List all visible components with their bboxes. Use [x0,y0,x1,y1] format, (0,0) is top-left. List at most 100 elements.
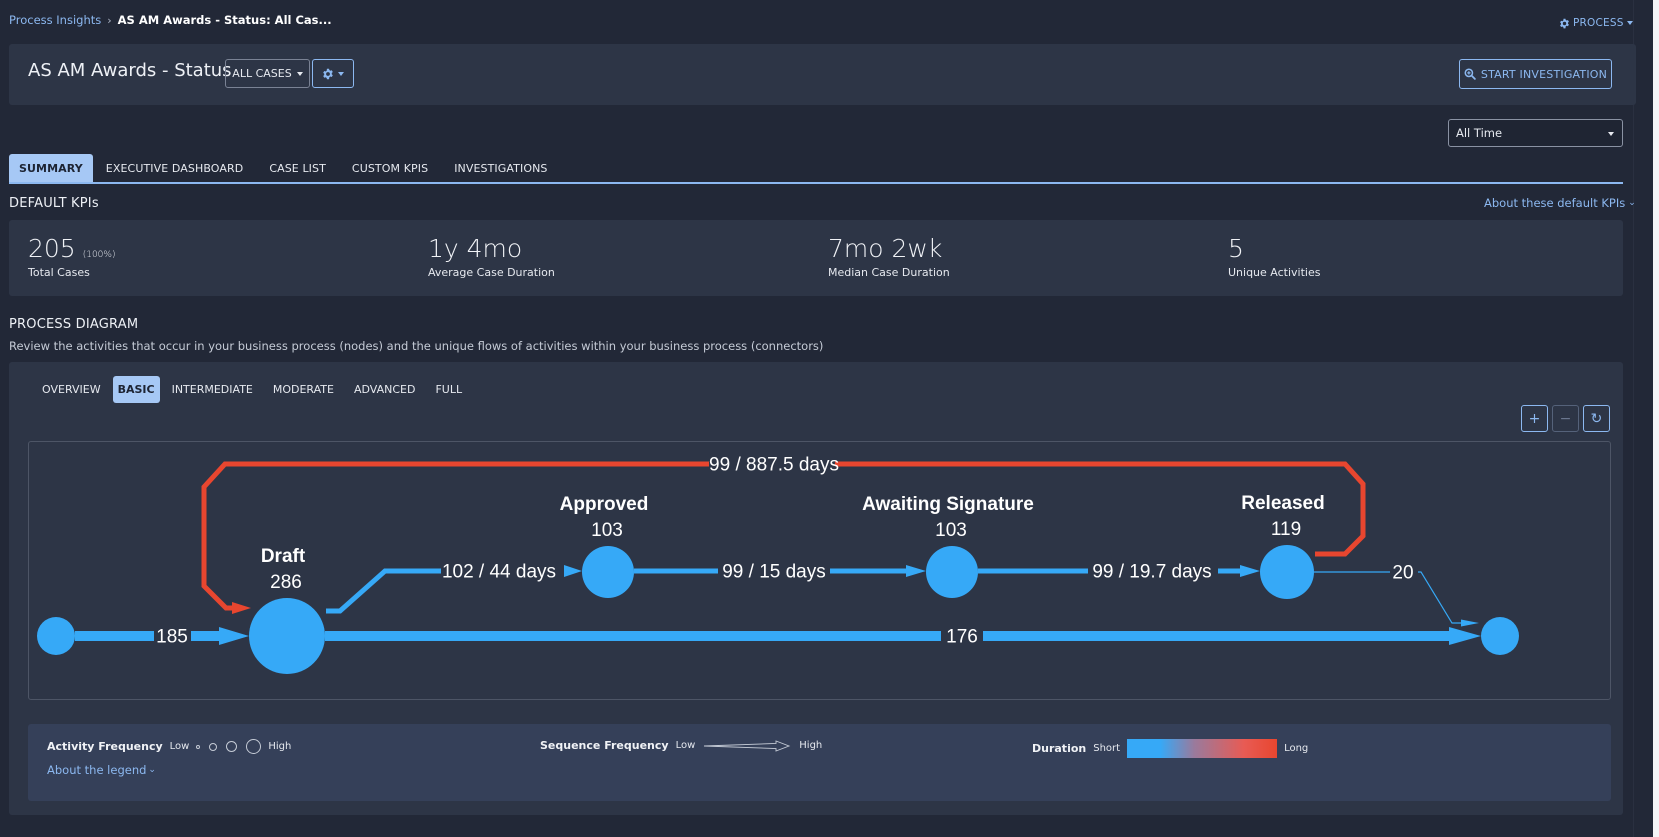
arrow-head-icon [232,602,251,614]
breadcrumb-current: AS AM Awards - Status: All Cas... [117,13,332,27]
edge-label-awaiting-to-released: 99 / 19.7 days [1092,562,1211,583]
reset-icon: ↻ [1590,410,1603,427]
minus-icon: − [1559,410,1572,427]
arrow-head-icon [906,565,926,577]
activity-node-end[interactable] [1481,617,1519,655]
level-tab-moderate[interactable]: MODERATE [265,376,342,403]
kpi-value: 7mo 2wk [828,234,943,263]
tab-executive-dashboard[interactable]: EXECUTIVE DASHBOARD [93,154,257,182]
arrow-head-icon [219,627,249,645]
edge-label-released-to-draft: 99 / 887.5 days [709,455,839,476]
legend-high-label: High [799,740,823,751]
legend-short-label: Short [1093,743,1121,754]
edge-label-start-to-draft: 185 [156,627,188,648]
caret-down-icon [296,71,303,76]
tab-summary[interactable]: SUMMARY [9,154,93,182]
activity-node-draft[interactable] [249,598,325,674]
level-tab-overview[interactable]: OVERVIEW [34,376,109,403]
legend-title: Sequence Frequency [540,739,669,752]
tab-investigations[interactable]: INVESTIGATIONS [441,154,560,182]
kpi-value: 205 [28,234,76,263]
page-scrollbar[interactable] [1633,0,1659,837]
edge-draft-to-approved[interactable] [326,568,441,614]
kpi-value: 1y 4mo [428,234,523,263]
node-label-approved: Approved [560,494,649,515]
kpi-label: Median Case Duration [828,266,950,279]
edge-label-released-to-end: 20 [1392,563,1413,584]
node-count-released: 119 [1271,519,1301,540]
caret-down-icon [1626,21,1633,25]
header-card: AS AM Awards - Status ALL CASES START IN… [9,44,1636,105]
edge-released-to-end[interactable] [1418,571,1462,624]
breadcrumb: Process Insights › AS AM Awards - Status… [9,13,332,27]
tab-case-list[interactable]: CASE LIST [256,154,339,182]
diagram-legend: Activity Frequency Low High Sequence Fre… [28,724,1611,801]
caret-down-icon [338,71,344,76]
zoom-in-icon [1464,68,1476,80]
activity-node-released[interactable] [1260,545,1314,599]
legend-high-label: High [268,741,292,752]
node-count-awaiting: 103 [935,520,967,541]
caret-down-icon [1608,132,1614,136]
page-title: AS AM Awards - Status [28,60,232,81]
frequency-circles-icon [196,739,262,754]
process-menu-label: PROCESS [1573,17,1624,29]
tab-custom-kpis[interactable]: CUSTOM KPIS [339,154,441,182]
zoom-in-button[interactable]: + [1521,405,1548,432]
arrow-head-icon [564,565,582,577]
breadcrumb-process-insights-link[interactable]: Process Insights [9,13,101,27]
activity-node-approved[interactable] [582,546,634,598]
legend-activity-frequency: Activity Frequency Low High [47,739,291,754]
about-legend-label: About the legend [47,763,147,777]
diagram-section-title: PROCESS DIAGRAM [9,317,139,332]
start-investigation-label: START INVESTIGATION [1480,67,1608,81]
level-tab-full[interactable]: FULL [427,376,470,403]
edge-label-approved-to-awaiting: 99 / 15 days [722,562,826,583]
legend-title: Duration [1032,742,1087,755]
level-tab-basic[interactable]: BASIC [112,376,160,403]
legend-low-label: Low [675,740,696,751]
reset-view-button[interactable]: ↻ [1583,405,1610,432]
process-diagram-canvas[interactable]: 185 176 102 / 44 days 99 / 15 days 99 / 19.7… [28,441,1611,700]
node-label-draft: Draft [261,546,306,567]
gear-icon [323,68,333,79]
settings-dropdown-button[interactable] [312,59,354,88]
kpi-average-duration: 1y 4mo Average Case Duration [428,234,555,279]
case-filter-dropdown[interactable]: ALL CASES [225,59,310,88]
edge-label-draft-to-end: 176 [946,627,978,648]
main-tabs: SUMMARY EXECUTIVE DASHBOARD CASE LIST CU… [9,154,1623,184]
level-tab-intermediate[interactable]: INTERMEDIATE [164,376,261,403]
detail-level-tabs: OVERVIEW BASIC INTERMEDIATE MODERATE ADV… [34,376,474,403]
node-count-approved: 103 [591,520,623,541]
kpi-label: Average Case Duration [428,266,555,279]
kpi-total-cases: 205 (100%) Total Cases [28,234,115,279]
time-range-value: All Time [1456,126,1503,140]
about-kpis-link[interactable]: About these default KPIs ⌄ [1484,196,1636,210]
arrow-head-icon [1240,565,1260,577]
activity-node-awaiting[interactable] [926,546,978,598]
node-label-released: Released [1241,493,1324,514]
kpi-unique-activities: 5 Unique Activities [1228,234,1320,279]
edge-label-draft-to-approved: 102 / 44 days [442,562,556,583]
level-tab-advanced[interactable]: ADVANCED [346,376,423,403]
kpi-section-title: DEFAULT KPIs [9,196,99,211]
chevron-down-icon: ⌄ [1628,198,1636,208]
legend-title: Activity Frequency [47,740,163,753]
tapered-arrow-icon [704,739,791,752]
plus-icon: + [1528,410,1541,427]
activity-node-start[interactable] [37,617,75,655]
gear-icon [1560,18,1569,28]
chevron-down-icon: ⌄ [148,765,156,775]
kpi-label: Total Cases [28,266,90,279]
kpi-label: Unique Activities [1228,266,1321,279]
arrow-head-icon [1449,627,1481,645]
about-legend-link[interactable]: About the legend ⌄ [47,763,156,777]
diagram-card: OVERVIEW BASIC INTERMEDIATE MODERATE ADV… [9,362,1623,815]
legend-duration: Duration Short Long [1032,739,1308,758]
start-investigation-button[interactable]: START INVESTIGATION [1459,59,1612,89]
process-menu-button[interactable]: PROCESS [1559,17,1633,29]
time-range-select[interactable]: All Time [1448,119,1623,147]
arrow-head-icon [1461,619,1479,627]
zoom-out-button[interactable]: − [1552,405,1579,432]
breadcrumb-separator-icon: › [107,13,112,27]
